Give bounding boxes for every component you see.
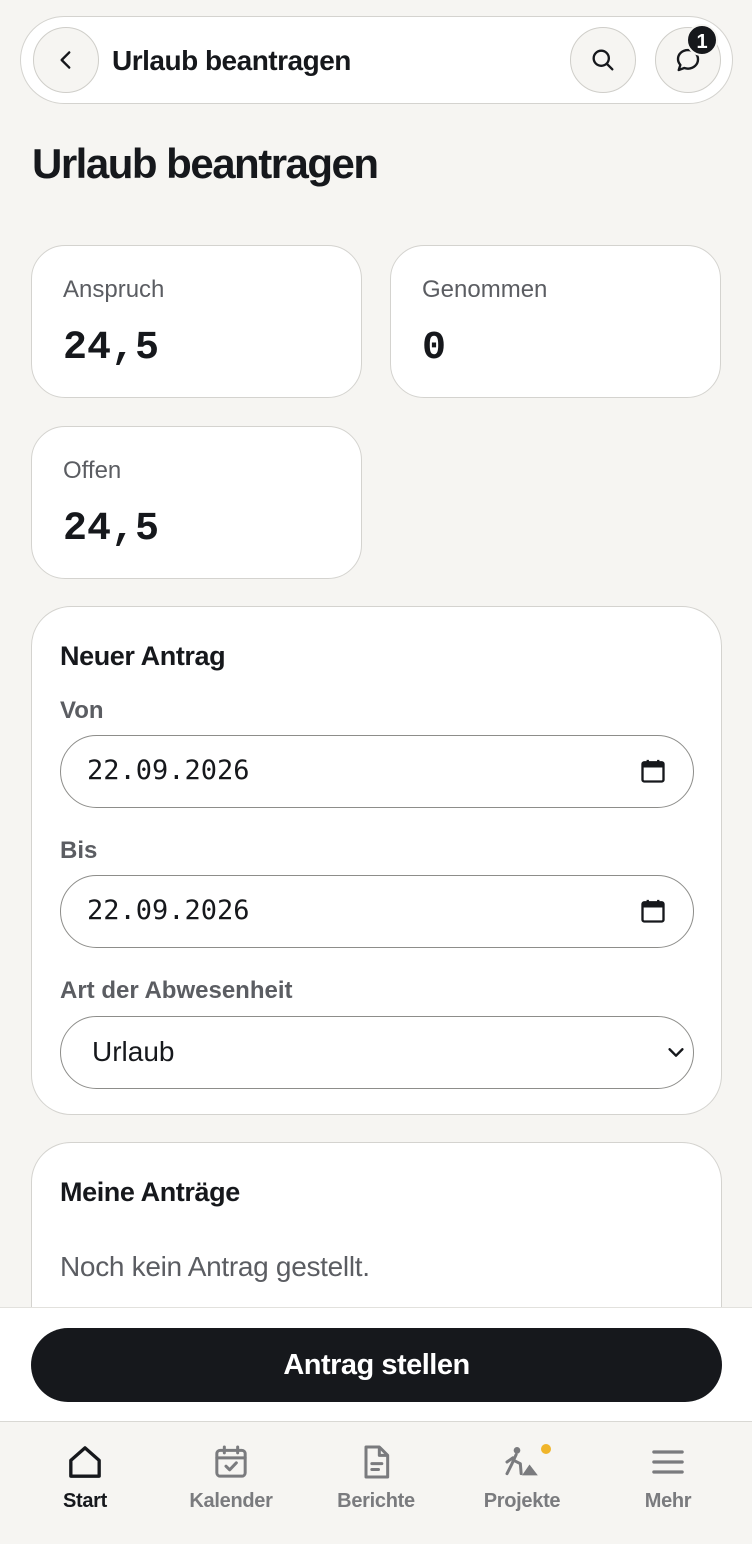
stat-label: Offen [63,457,122,484]
stat-label: Genommen [422,276,548,303]
nav-item-start[interactable]: Start [12,1422,158,1544]
search-button[interactable] [570,27,636,93]
to-date-value: 22.09.2026 [87,895,250,926]
action-bar: Antrag stellen [0,1307,752,1422]
notification-badge: 1 [686,24,718,56]
to-date-label: Bis [60,837,98,864]
calendar-icon[interactable] [639,757,667,785]
nav-item-projekte[interactable]: Projekte [449,1422,595,1544]
stat-card-entitlement: Anspruch 24,5 [31,245,362,398]
back-button[interactable] [33,27,99,93]
empty-state-text: Noch kein Antrag gestellt. [60,1251,370,1282]
nav-item-berichte[interactable]: Berichte [303,1422,449,1544]
nav-label: Kalender [189,1490,273,1512]
stat-value: 0 [422,326,447,371]
top-app-bar: Urlaub beantragen 1 [20,16,733,104]
from-date-label: Von [60,697,104,724]
page-title: Urlaub beantragen [32,140,379,187]
absence-type-value: Urlaub [92,1036,175,1067]
menu-icon [652,1450,684,1474]
submit-request-button[interactable]: Antrag stellen [31,1328,722,1402]
chevron-left-icon [60,51,71,69]
my-requests-title: Meine Anträge [60,1177,240,1207]
nav-label: Projekte [483,1490,561,1512]
search-icon [592,49,614,71]
chevron-down-icon [668,1048,684,1057]
from-date-input[interactable]: 22.09.2026 [60,735,694,808]
from-date-value: 22.09.2026 [87,755,250,786]
stat-value: 24,5 [63,507,160,552]
stat-card-taken: Genommen 0 [390,245,721,398]
calendar-icon[interactable] [639,897,667,925]
app-bar-title: Urlaub beantragen [112,45,351,76]
construction-worker-icon [505,1447,538,1476]
messages-button[interactable]: 1 [655,24,721,93]
stat-card-open: Offen 24,5 [31,426,362,579]
calendar-check-icon [215,1445,247,1478]
absence-type-select[interactable]: Urlaub [60,1016,694,1089]
nav-label: Mehr [644,1490,692,1512]
stat-label: Anspruch [63,276,165,303]
projects-indicator-dot [541,1444,551,1454]
home-icon [69,1446,101,1478]
new-request-form: Neuer Antrag Von 22.09.2026 Bis 22.09.20… [31,606,722,1115]
form-title: Neuer Antrag [60,641,226,671]
bottom-navigation: Start Kalender Berichte Projekte Mehr [0,1421,752,1544]
absence-type-label: Art der Abwesenheit [60,977,293,1004]
document-icon [364,1445,390,1479]
nav-label: Berichte [337,1490,415,1512]
nav-item-kalender[interactable]: Kalender [158,1422,304,1544]
stat-value: 24,5 [63,326,160,371]
to-date-input[interactable]: 22.09.2026 [60,875,694,948]
nav-item-mehr[interactable]: Mehr [595,1422,741,1544]
vacation-request-page: Urlaub beantragen 1 Urlaub beantragen An… [0,0,752,1544]
nav-label: Start [62,1490,108,1512]
